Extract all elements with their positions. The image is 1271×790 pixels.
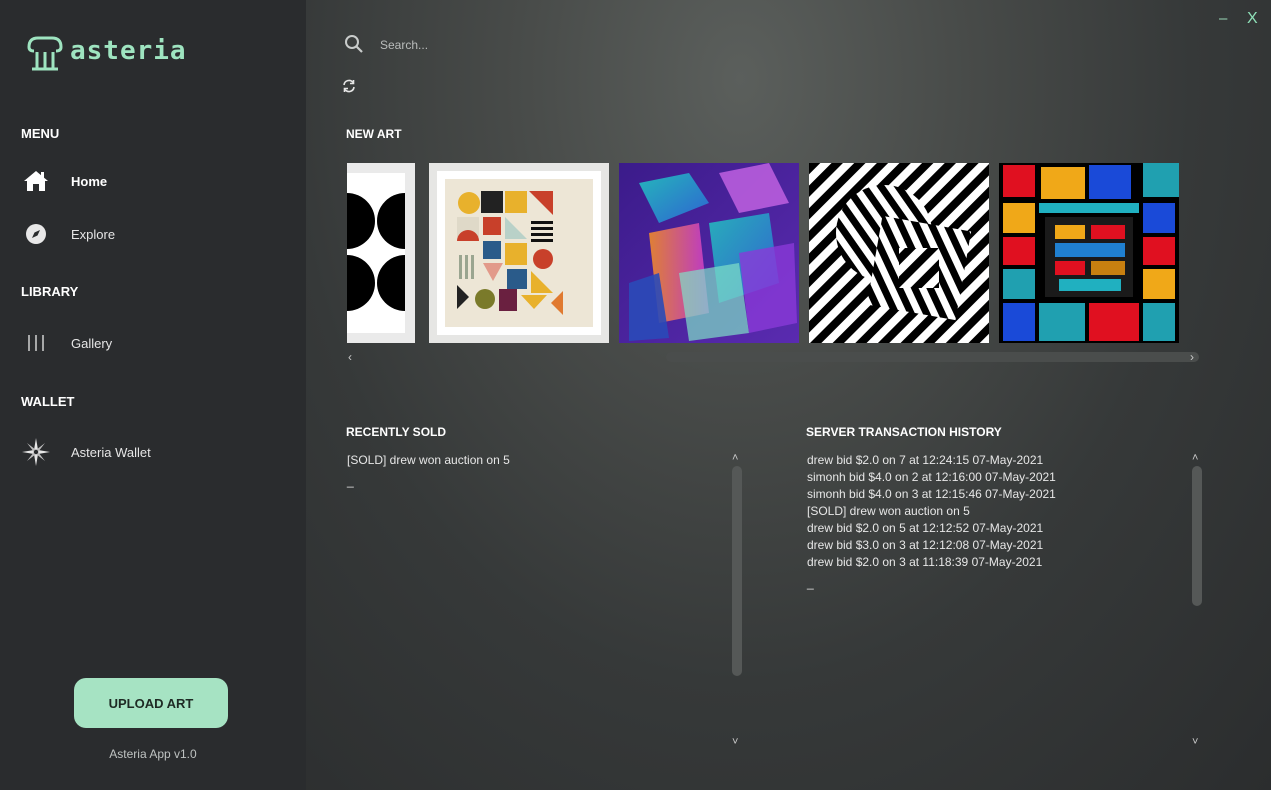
app-version: Asteria App v1.0 [109,747,197,761]
artwork-thumbnail[interactable] [619,163,799,343]
log-line: [SOLD] drew won auction on 5 [347,453,510,467]
log-line: drew bid $3.0 on 3 at 12:12:08 07-May-20… [807,538,1044,552]
artwork-thumbnail[interactable] [429,163,609,343]
log-line: _ [807,576,814,590]
artwork-thumbnail[interactable] [347,163,415,343]
scroll-down-icon[interactable]: ˅ [732,736,738,748]
upload-art-button[interactable]: UPLOAD ART [74,678,228,728]
sidebar-item-label: Home [71,173,108,189]
library-section-title: LIBRARY [21,284,79,299]
search-icon[interactable] [344,34,364,59]
main-panel: – X NEW ART [306,0,1271,790]
logo-text: asteria [70,36,187,66]
scroll-left-icon[interactable]: ‹ [348,350,352,364]
log-line: _ [347,474,354,488]
log-line: simonh bid $4.0 on 3 at 12:15:46 07-May-… [807,487,1056,501]
wallet-star-icon [20,437,52,467]
scroll-up-icon[interactable]: ˄ [1192,452,1198,464]
minimize-button[interactable]: – [1219,10,1227,27]
log-line: [SOLD] drew won auction on 5 [807,504,970,518]
transaction-history-log: drew bid $2.0 on 7 at 12:24:15 07-May-20… [807,452,1056,592]
sidebar-item-label: Gallery [71,335,113,351]
recently-sold-log: [SOLD] drew won auction on 5 _ [347,452,510,490]
wallet-section-title: WALLET [21,394,75,409]
recently-sold-scrollbar[interactable] [732,466,742,676]
transaction-history-heading: SERVER TRANSACTION HISTORY [806,425,1002,439]
sidebar: asteria MENU Home Explore LIBRARY Galler… [0,0,306,790]
sidebar-item-asteria-wallet[interactable]: Asteria Wallet [20,437,290,467]
sidebar-item-explore[interactable]: Explore [20,219,290,249]
scroll-right-icon[interactable]: › [1190,350,1194,364]
pillar-logo-icon [27,36,63,71]
gallery-icon [20,328,52,358]
scroll-up-icon[interactable]: ˄ [732,452,738,464]
app-logo: asteria [26,34,186,72]
carousel-scrollbar[interactable] [666,352,1199,362]
new-art-heading: NEW ART [346,127,402,141]
close-button[interactable]: X [1247,10,1258,28]
log-line: drew bid $2.0 on 3 at 11:18:39 07-May-20… [807,555,1043,569]
new-art-carousel [347,163,1179,343]
sidebar-item-label: Explore [71,226,116,242]
sidebar-item-label: Asteria Wallet [71,444,151,460]
artwork-thumbnail[interactable] [809,163,989,343]
scroll-down-icon[interactable]: ˅ [1192,736,1198,748]
log-line: simonh bid $4.0 on 2 at 12:16:00 07-May-… [807,470,1056,484]
search-input[interactable] [378,34,682,56]
menu-section-title: MENU [21,126,60,141]
sidebar-item-home[interactable]: Home [20,166,290,196]
refresh-icon[interactable] [342,78,356,99]
sidebar-item-gallery[interactable]: Gallery [20,328,290,358]
artwork-thumbnail[interactable] [999,163,1179,343]
compass-icon [20,219,52,249]
transaction-history-scrollbar[interactable] [1192,466,1202,606]
log-line: drew bid $2.0 on 5 at 12:12:52 07-May-20… [807,521,1044,535]
log-line: drew bid $2.0 on 7 at 12:24:15 07-May-20… [807,453,1044,467]
home-icon [20,166,52,196]
recently-sold-heading: RECENTLY SOLD [346,425,447,439]
